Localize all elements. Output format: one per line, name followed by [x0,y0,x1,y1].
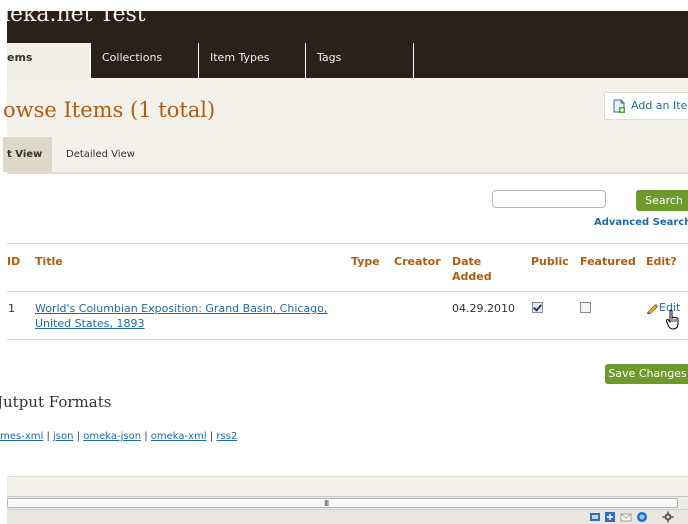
divider [7,172,688,174]
nav-tab-item-types[interactable]: Item Types [198,43,305,78]
format-link[interactable]: omes-xml [0,431,43,442]
col-header-type[interactable]: Type [351,254,380,269]
tab-list-view[interactable]: t View [3,137,53,172]
status-bar [7,509,688,524]
format-link[interactable]: json [53,431,73,442]
network-icon [590,513,600,521]
nav-tab-collections[interactable]: Collections [90,43,198,78]
col-header-id[interactable]: ID [7,254,20,269]
table-row-rule [7,291,688,292]
search-input[interactable] [492,190,606,208]
format-link[interactable]: omeka-json [83,431,141,442]
add-item-button[interactable]: Add an Ite [604,92,688,120]
table-bottom-rule [7,339,688,340]
top-band [0,0,688,11]
col-header-creator[interactable]: Creator [394,254,441,269]
output-formats-list: omes-xml | json | omeka-json | omeka-xml… [0,431,237,442]
settings-gear-icon [662,511,674,523]
mail-icon [620,513,632,522]
nav-tab-items-label: ems [7,51,33,64]
item-date-added: 04.29.2010 [452,302,515,315]
public-checkbox[interactable] [532,302,543,313]
status-globe-icon [637,512,647,522]
horizontal-scrollbar[interactable]: III [7,496,688,510]
item-title-link[interactable]: World's Columbian Exposition: Grand Basi… [35,302,327,330]
tab-detailed-view[interactable]: Detailed View [56,137,145,172]
page-title: owse Items (1 total) [3,98,216,122]
separator: | [209,431,214,442]
col-header-public[interactable]: Public [531,254,569,269]
site-header: ieka.net Test [7,11,688,43]
col-header-date-added[interactable]: Date Added [452,254,496,284]
featured-checkbox[interactable] [580,302,591,313]
nav-tab-tags[interactable]: Tags [305,43,414,78]
item-id: 1 [8,302,15,315]
page-header-band: owse Items (1 total) Add an Ite t View D… [3,78,688,172]
add-item-icon [613,99,625,113]
item-title-cell: World's Columbian Exposition: Grand Basi… [35,301,335,331]
table-top-rule [7,243,688,244]
search-button[interactable]: Search [636,190,688,211]
separator: | [46,431,50,442]
pencil-icon [647,303,658,314]
scrollbar-grip: III [324,499,329,508]
separator: | [76,431,81,442]
output-formats-title: Jutput Formats [0,393,112,411]
advanced-search-link[interactable]: Advanced Search [594,217,688,228]
nav-tab-items[interactable]: ems [7,43,90,78]
extensions-icon [605,512,615,522]
format-link[interactable]: rss2 [216,431,237,442]
save-changes-button[interactable]: Save Changes [605,364,688,384]
scrollbar-thumb[interactable]: III [7,498,678,508]
site-title[interactable]: ieka.net Test [7,11,146,27]
separator: | [144,431,148,442]
add-item-label: Add an Ite [631,99,688,112]
col-header-featured[interactable]: Featured [580,254,636,269]
hand-cursor-icon [666,310,679,330]
col-header-title[interactable]: Title [35,254,63,269]
format-link[interactable]: omeka-xml [151,431,207,442]
footer-band [7,476,688,497]
col-header-edit: Edit? [646,255,677,268]
main-nav: ems Collections Item Types Tags [7,43,688,78]
